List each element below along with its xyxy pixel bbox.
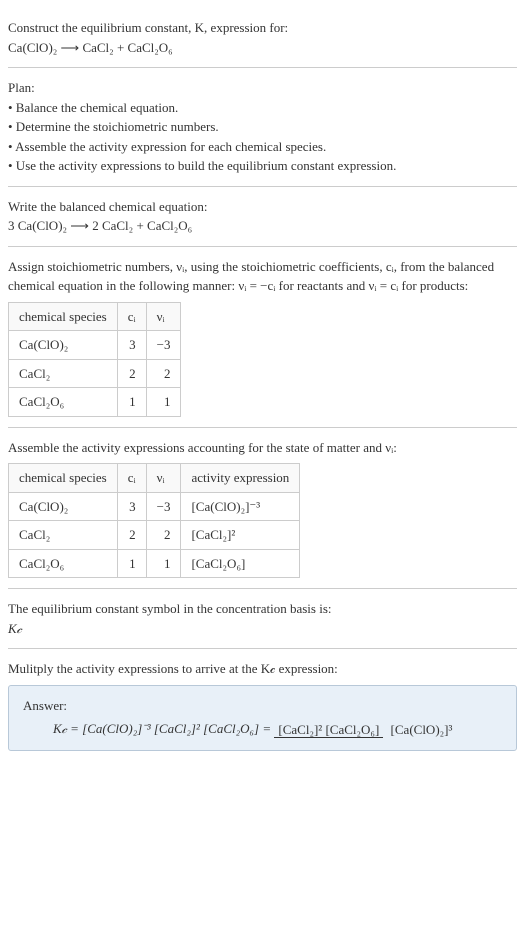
- cell: 1: [117, 388, 146, 417]
- answer-expression: K𝒸 = [Ca(ClO)₂]⁻³ [CaCl₂]² [CaCl₂O₆] = […: [23, 719, 502, 740]
- symbol-text: The equilibrium constant symbol in the c…: [8, 599, 517, 619]
- symbol-kc: K𝒸: [8, 619, 517, 639]
- table-row: Ca(ClO)₂ 3 −3 [Ca(ClO)₂]⁻³: [9, 492, 300, 521]
- plan-section: Plan: • Balance the chemical equation. •…: [8, 68, 517, 187]
- cell: 2: [146, 521, 181, 550]
- cell: 1: [146, 388, 181, 417]
- symbol-section: The equilibrium constant symbol in the c…: [8, 589, 517, 649]
- activity-table: chemical species cᵢ νᵢ activity expressi…: [8, 463, 300, 578]
- cell: 1: [146, 549, 181, 578]
- intro-text: Construct the equilibrium constant, K, e…: [8, 18, 517, 38]
- cell: 2: [146, 359, 181, 388]
- cell: [CaCl₂O₆]: [181, 549, 300, 578]
- cell: 2: [117, 521, 146, 550]
- assign-text: Assign stoichiometric numbers, νᵢ, using…: [8, 257, 517, 296]
- multiply-text: Mulitply the activity expressions to arr…: [8, 659, 517, 679]
- col-header: chemical species: [9, 464, 118, 493]
- col-header: νᵢ: [146, 464, 181, 493]
- answer-box: Answer: K𝒸 = [Ca(ClO)₂]⁻³ [CaCl₂]² [CaCl…: [8, 685, 517, 751]
- answer-denominator: [Ca(ClO)₂]³: [387, 722, 457, 737]
- cell: CaCl₂: [9, 359, 118, 388]
- col-header: activity expression: [181, 464, 300, 493]
- answer-label: Answer:: [23, 696, 502, 716]
- table-header-row: chemical species cᵢ νᵢ: [9, 302, 181, 331]
- cell: [CaCl₂]²: [181, 521, 300, 550]
- col-header: νᵢ: [146, 302, 181, 331]
- col-header: cᵢ: [117, 464, 146, 493]
- table-row: CaCl₂ 2 2: [9, 359, 181, 388]
- table-row: Ca(ClO)₂ 3 −3: [9, 331, 181, 360]
- plan-bullet: • Use the activity expressions to build …: [8, 156, 517, 176]
- multiply-section: Mulitply the activity expressions to arr…: [8, 649, 517, 761]
- activity-text: Assemble the activity expressions accoun…: [8, 438, 517, 458]
- balanced-header: Write the balanced chemical equation:: [8, 197, 517, 217]
- table-row: CaCl₂O₆ 1 1 [CaCl₂O₆]: [9, 549, 300, 578]
- cell: Ca(ClO)₂: [9, 331, 118, 360]
- assign-section: Assign stoichiometric numbers, νᵢ, using…: [8, 247, 517, 428]
- balanced-eq: 3 Ca(ClO)₂ ⟶ 2 CaCl₂ + CaCl₂O₆: [8, 216, 517, 236]
- activity-section: Assemble the activity expressions accoun…: [8, 428, 517, 590]
- intro-section: Construct the equilibrium constant, K, e…: [8, 8, 517, 68]
- intro-eq: Ca(ClO)₂ ⟶ CaCl₂ + CaCl₂O₆: [8, 38, 517, 58]
- answer-fraction: [CaCl₂]² [CaCl₂O₆] [Ca(ClO)₂]³: [274, 720, 456, 740]
- cell: 1: [117, 549, 146, 578]
- plan-bullet: • Balance the chemical equation.: [8, 98, 517, 118]
- cell: Ca(ClO)₂: [9, 492, 118, 521]
- plan-bullet: • Determine the stoichiometric numbers.: [8, 117, 517, 137]
- plan-bullet: • Assemble the activity expression for e…: [8, 137, 517, 157]
- cell: −3: [146, 492, 181, 521]
- table-header-row: chemical species cᵢ νᵢ activity expressi…: [9, 464, 300, 493]
- cell: 3: [117, 331, 146, 360]
- cell: 2: [117, 359, 146, 388]
- cell: −3: [146, 331, 181, 360]
- stoich-table: chemical species cᵢ νᵢ Ca(ClO)₂ 3 −3 CaC…: [8, 302, 181, 417]
- cell: CaCl₂: [9, 521, 118, 550]
- cell: [Ca(ClO)₂]⁻³: [181, 492, 300, 521]
- answer-numerator: [CaCl₂]² [CaCl₂O₆]: [274, 722, 383, 738]
- col-header: chemical species: [9, 302, 118, 331]
- cell: 3: [117, 492, 146, 521]
- cell: CaCl₂O₆: [9, 388, 118, 417]
- plan-header: Plan:: [8, 78, 517, 98]
- col-header: cᵢ: [117, 302, 146, 331]
- cell: CaCl₂O₆: [9, 549, 118, 578]
- table-row: CaCl₂ 2 2 [CaCl₂]²: [9, 521, 300, 550]
- balanced-section: Write the balanced chemical equation: 3 …: [8, 187, 517, 247]
- table-row: CaCl₂O₆ 1 1: [9, 388, 181, 417]
- answer-lhs: K𝒸 = [Ca(ClO)₂]⁻³ [CaCl₂]² [CaCl₂O₆] =: [53, 721, 274, 736]
